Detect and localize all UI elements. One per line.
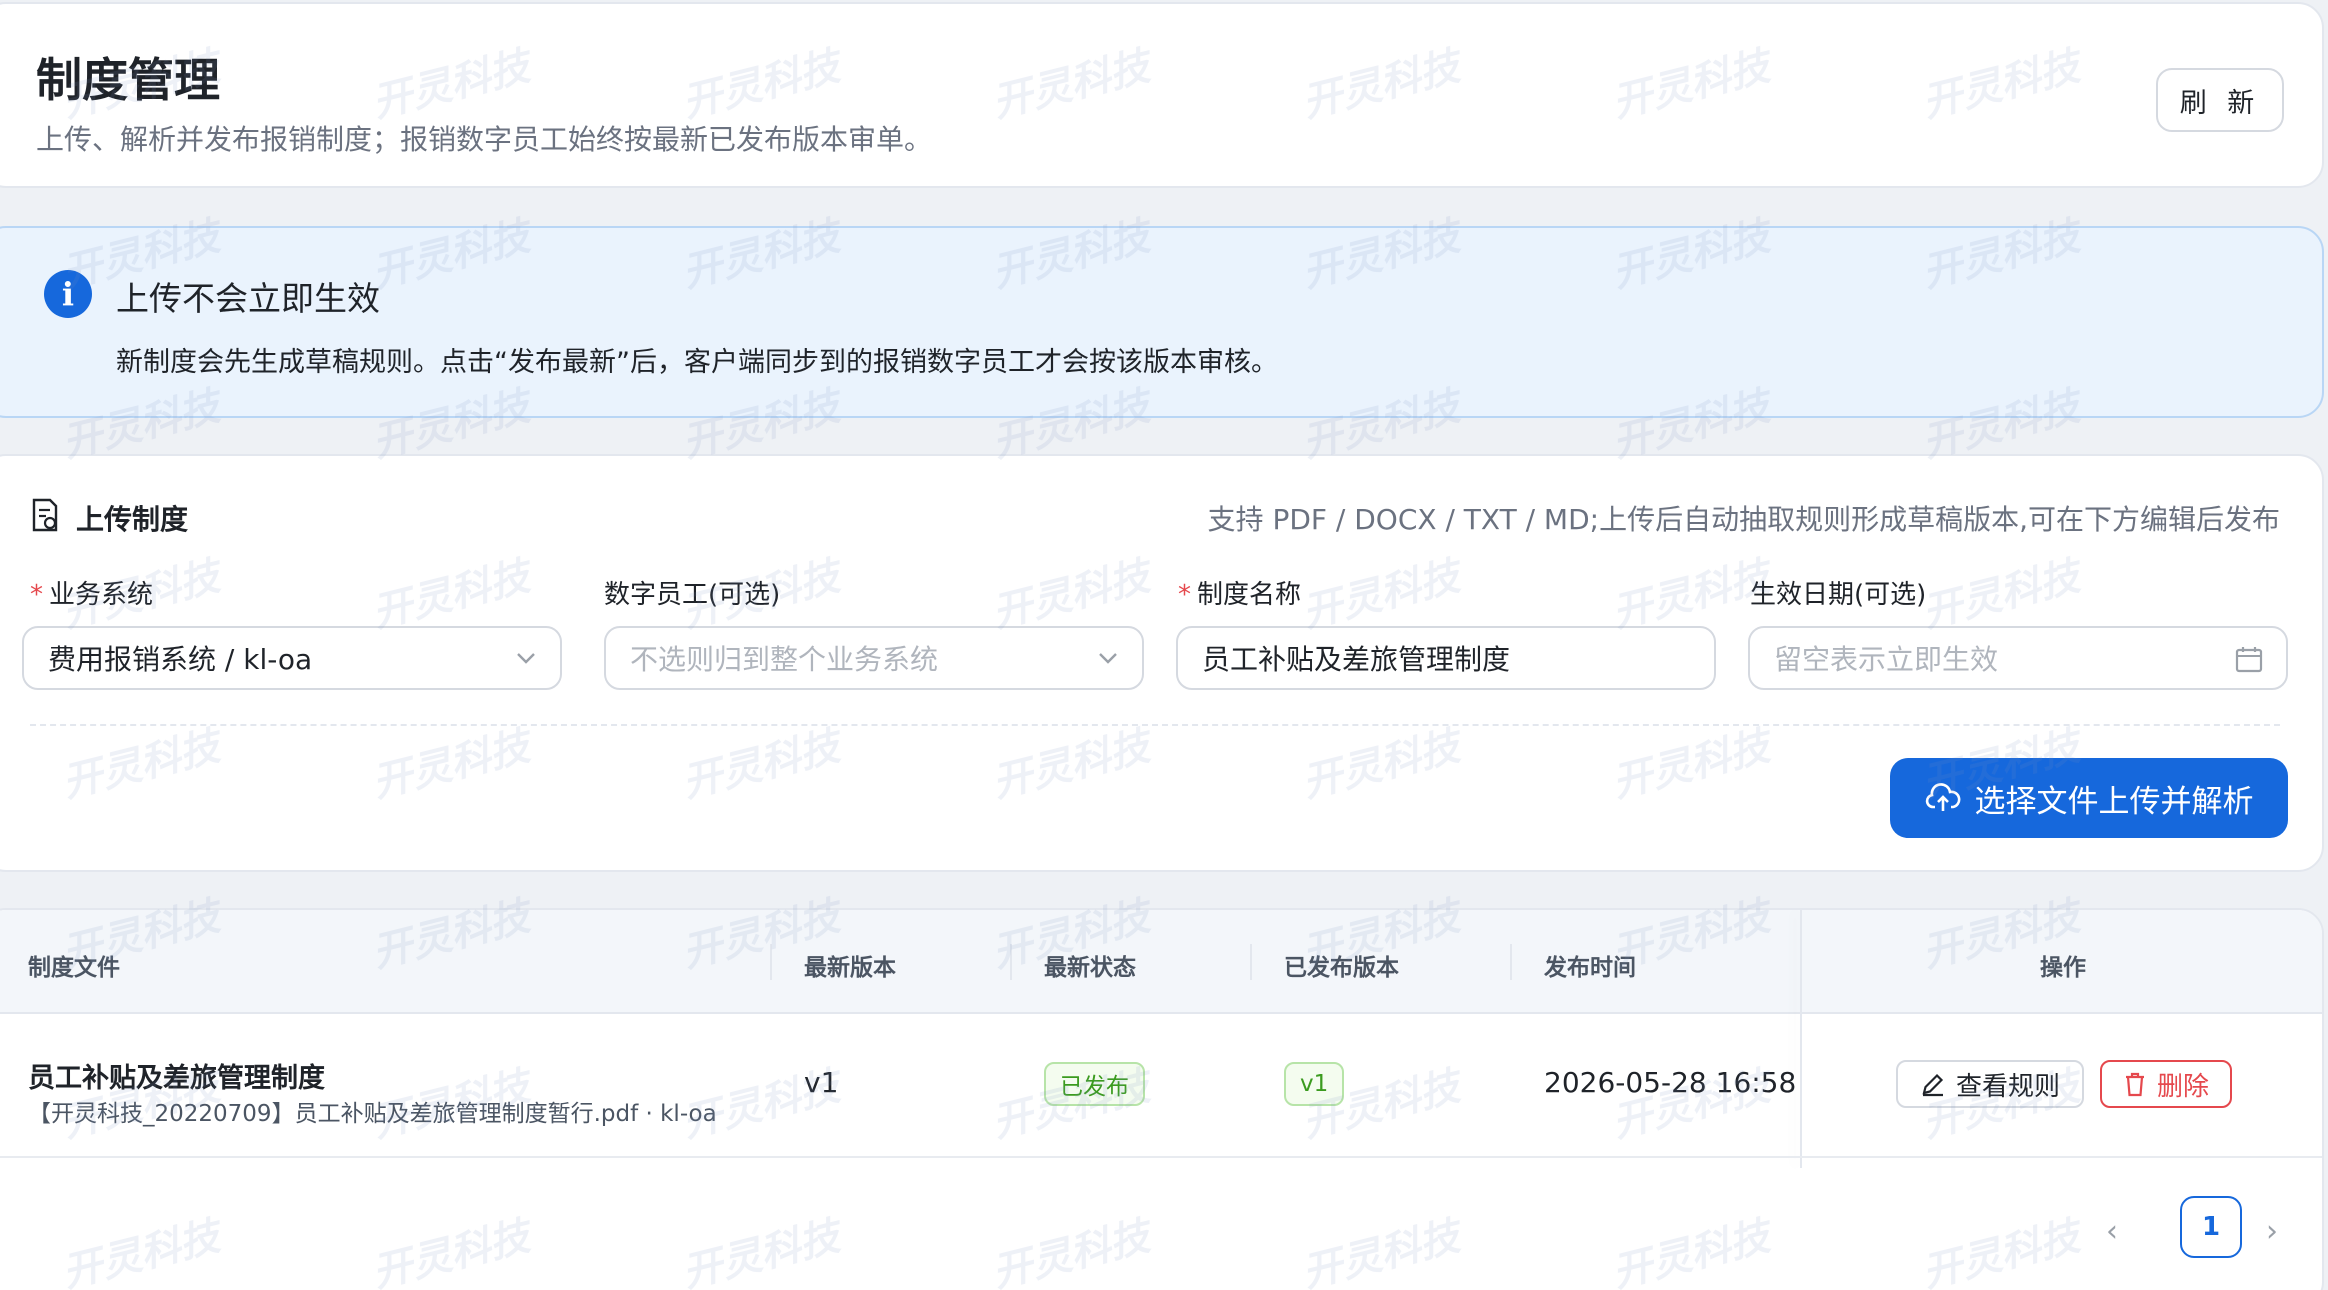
column-separator xyxy=(770,944,772,980)
pagination-next[interactable]: › xyxy=(2266,1214,2278,1249)
upload-title: 上传制度 xyxy=(76,503,189,536)
column-header-latest-version: 最新版本 xyxy=(804,955,896,981)
page-subtitle: 上传、解析并发布报销制度；报销数字员工始终按最新已发布版本审单。 xyxy=(36,123,933,156)
info-alert: i 上传不会立即生效 新制度会先生成草稿规则。点击“发布最新”后，客户端同步到的… xyxy=(0,226,2324,418)
table-header: 制度文件 最新版本 最新状态 已发布版本 发布时间 操作 xyxy=(0,910,2322,1014)
column-header-latest-status: 最新状态 xyxy=(1044,955,1136,981)
column-header-file: 制度文件 xyxy=(28,955,120,981)
business-system-select[interactable]: 费用报销系统 / kl-oa xyxy=(22,626,562,690)
cloud-upload-icon xyxy=(1925,783,1960,811)
delete-label: 删除 xyxy=(2156,1071,2209,1102)
published-time: 2026-05-28 16:58 xyxy=(1544,1066,1797,1099)
chevron-down-icon xyxy=(1099,653,1117,664)
divider xyxy=(30,724,2280,726)
column-separator xyxy=(1010,944,1012,980)
column-separator xyxy=(1250,944,1252,980)
view-rules-label: 查看规则 xyxy=(1955,1071,2060,1102)
required-marker: * xyxy=(30,580,43,610)
delete-button[interactable]: 删除 xyxy=(2100,1060,2232,1108)
column-header-published-version: 已发布版本 xyxy=(1284,955,1399,981)
field-label-effective-date: 生效日期(可选) xyxy=(1750,580,1927,610)
latest-version: v1 xyxy=(804,1066,839,1099)
pagination-prev[interactable]: ‹ xyxy=(2106,1214,2118,1249)
file-source: 【开灵科技_20220709】员工补贴及差旅管理制度暂行.pdf · kl-oa xyxy=(28,1101,717,1127)
policy-table: 制度文件 最新版本 最新状态 已发布版本 发布时间 操作 员工补贴及差旅管理制度… xyxy=(0,908,2324,1290)
policy-name-input[interactable]: 员工补贴及差旅管理制度 xyxy=(1176,626,1716,690)
calendar-icon xyxy=(2235,647,2263,673)
refresh-button[interactable]: 刷 新 xyxy=(2156,68,2284,132)
chevron-down-icon xyxy=(517,653,535,664)
field-label-business-system: * 业务系统 xyxy=(30,580,154,610)
column-header-published-time: 发布时间 xyxy=(1544,955,1636,981)
trash-icon xyxy=(2125,1072,2144,1097)
effective-date-picker[interactable]: 留空表示立即生效 xyxy=(1748,626,2288,690)
page: 制度管理 上传、解析并发布报销制度；报销数字员工始终按最新已发布版本审单。 刷 … xyxy=(0,0,2328,1290)
field-label-policy-name: * 制度名称 xyxy=(1178,580,1302,610)
upload-card: 上传制度 支持 PDF / DOCX / TXT / MD;上传后自动抽取规则形… xyxy=(0,454,2324,872)
required-marker: * xyxy=(1178,580,1191,610)
column-header-actions: 操作 xyxy=(2040,955,2086,981)
pagination-page-1[interactable]: 1 xyxy=(2180,1196,2242,1258)
page-title: 制度管理 xyxy=(36,53,220,107)
table-row: 员工补贴及差旅管理制度 【开灵科技_20220709】员工补贴及差旅管理制度暂行… xyxy=(0,1014,2322,1158)
document-icon xyxy=(32,498,58,532)
alert-title: 上传不会立即生效 xyxy=(116,279,380,318)
view-rules-button[interactable]: 查看规则 xyxy=(1896,1060,2084,1108)
upload-hint: 支持 PDF / DOCX / TXT / MD;上传后自动抽取规则形成草稿版本… xyxy=(1207,503,2280,536)
digital-employee-select[interactable]: 不选则归到整个业务系统 xyxy=(604,626,1144,690)
page-header: 制度管理 上传、解析并发布报销制度；报销数字员工始终按最新已发布版本审单。 刷 … xyxy=(0,2,2324,188)
upload-parse-button-label: 选择文件上传并解析 xyxy=(1974,783,2254,820)
file-name: 员工补贴及差旅管理制度 xyxy=(28,1063,325,1094)
alert-description: 新制度会先生成草稿规则。点击“发布最新”后，客户端同步到的报销数字员工才会按该版… xyxy=(116,347,1278,378)
info-icon: i xyxy=(44,270,92,318)
column-separator xyxy=(1510,944,1512,980)
status-badge: 已发布 xyxy=(1044,1062,1145,1106)
published-version-badge: v1 xyxy=(1284,1062,1345,1106)
edit-icon xyxy=(1922,1073,1944,1097)
field-label-digital-employee: 数字员工(可选) xyxy=(604,580,781,610)
upload-parse-button[interactable]: 选择文件上传并解析 xyxy=(1890,758,2288,838)
